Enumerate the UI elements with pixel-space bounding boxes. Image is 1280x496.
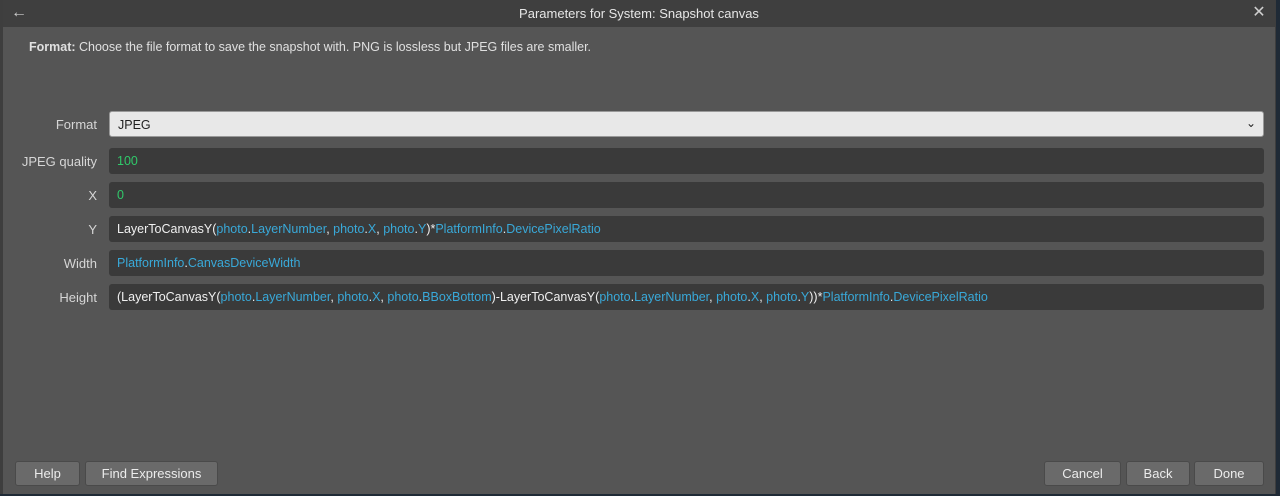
y-label: Y xyxy=(88,222,97,237)
width-label: Width xyxy=(63,256,97,271)
jpeg-quality-label: JPEG quality xyxy=(21,154,97,169)
dialog-title: Parameters for System: Snapshot canvas xyxy=(519,6,759,21)
param-row-y: Y LayerToCanvasY(photo.LayerNumber, phot… xyxy=(3,216,1275,242)
expression-token: photo xyxy=(766,290,798,304)
jpeg-quality-value: 100 xyxy=(117,154,138,168)
expression-token: PlatformInfo xyxy=(435,222,503,236)
jpeg-quality-input[interactable]: 100 xyxy=(109,148,1264,174)
expression-token: PlatformInfo xyxy=(822,290,890,304)
expression-token: X xyxy=(367,222,377,236)
width-expression-input[interactable]: PlatformInfo.CanvasDeviceWidth xyxy=(109,250,1264,276)
expression-token: LayerToCanvasY xyxy=(499,290,596,304)
expression-token: )- xyxy=(491,290,500,304)
expression-token: LayerNumber xyxy=(255,290,331,304)
expression-token: photo xyxy=(599,290,631,304)
help-button[interactable]: Help xyxy=(15,461,80,486)
x-input[interactable]: 0 xyxy=(109,182,1264,208)
expression-token: DevicePixelRatio xyxy=(893,290,988,304)
expression-token: LayerNumber xyxy=(634,290,710,304)
expression-token: photo xyxy=(387,290,419,304)
expression-token: LayerToCanvasY xyxy=(117,222,213,236)
back-button[interactable]: Back xyxy=(1126,461,1190,486)
parameter-description: Format: Choose the file format to save t… xyxy=(29,40,591,54)
x-value: 0 xyxy=(117,188,124,202)
height-label: Height xyxy=(59,290,97,305)
cancel-button[interactable]: Cancel xyxy=(1044,461,1121,486)
expression-token: BBoxBottom xyxy=(422,290,492,304)
expression-token: DevicePixelRatio xyxy=(506,222,601,236)
format-label: Format xyxy=(55,117,97,132)
expression-token: Y xyxy=(800,290,810,304)
expression-token: photo xyxy=(716,290,748,304)
expression-token: LayerNumber xyxy=(251,222,327,236)
format-value: JPEG xyxy=(118,118,151,132)
format-select[interactable]: JPEG ⌄ xyxy=(109,111,1264,137)
expression-token: ))* xyxy=(809,290,823,304)
expression-token: photo xyxy=(333,222,365,236)
expression-token: photo xyxy=(216,222,248,236)
close-icon[interactable]: ✕ xyxy=(1249,3,1269,23)
find-expressions-button[interactable]: Find Expressions xyxy=(85,461,218,486)
description-label: Format: xyxy=(29,40,76,54)
expression-token: PlatformInfo xyxy=(117,256,185,270)
expression-token: LayerToCanvasY xyxy=(121,290,217,304)
description-text: Choose the file format to save the snaps… xyxy=(75,40,592,54)
expression-token: )* xyxy=(426,222,436,236)
done-button[interactable]: Done xyxy=(1194,461,1264,486)
title-bar: ← Parameters for System: Snapshot canvas… xyxy=(3,0,1275,27)
param-row-height: Height (LayerToCanvasY(photo.LayerNumber… xyxy=(3,284,1275,310)
expression-token: photo xyxy=(337,290,369,304)
chevron-down-icon: ⌄ xyxy=(1245,116,1256,130)
expression-token: photo xyxy=(383,222,415,236)
param-row-x: X 0 xyxy=(3,182,1275,208)
param-row-format: Format JPEG ⌄ xyxy=(3,111,1275,137)
height-expression-input[interactable]: (LayerToCanvasY(photo.LayerNumber, photo… xyxy=(109,284,1264,310)
param-row-jpeg-quality: JPEG quality 100 xyxy=(3,148,1275,174)
expression-token: X xyxy=(750,290,760,304)
x-label: X xyxy=(88,188,97,203)
expression-token: photo xyxy=(220,290,252,304)
expression-token: CanvasDeviceWidth xyxy=(187,256,301,270)
y-expression-input[interactable]: LayerToCanvasY(photo.LayerNumber, photo.… xyxy=(109,216,1264,242)
parameters-dialog: ← Parameters for System: Snapshot canvas… xyxy=(0,0,1276,494)
param-row-width: Width PlatformInfo.CanvasDeviceWidth xyxy=(3,250,1275,276)
